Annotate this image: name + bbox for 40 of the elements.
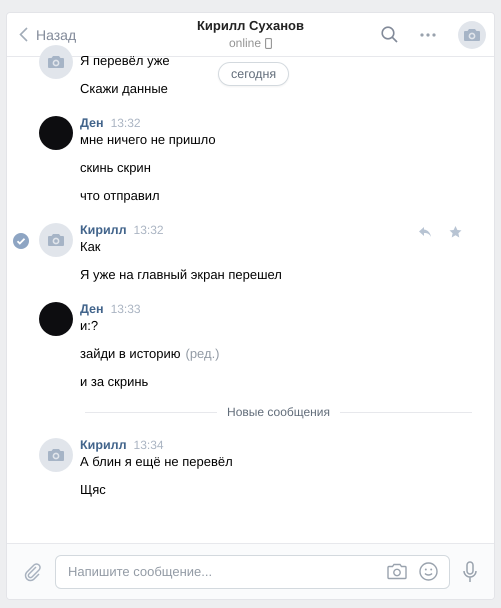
chat-title[interactable]: Кирилл Суханов	[196, 18, 304, 33]
back-button[interactable]: Назад	[19, 26, 76, 42]
reply-icon[interactable]	[418, 226, 432, 238]
message-input[interactable]: Напишите сообщение...	[55, 554, 450, 588]
message-text: мне ничего не пришло	[80, 132, 216, 148]
author-name[interactable]: Кирилл	[80, 438, 127, 452]
message-text: что отправил	[80, 188, 160, 204]
message-text: и:?	[80, 318, 98, 334]
message-text: Скажи данные	[80, 81, 168, 97]
message-text: Как	[80, 239, 100, 255]
star-icon[interactable]	[449, 226, 462, 238]
author-name[interactable]: Ден	[80, 116, 104, 130]
message-text: и за скринь	[80, 374, 148, 390]
camera-icon	[47, 233, 65, 247]
message-text: А блин я ещё не перевёл	[80, 454, 233, 470]
online-status: online	[228, 36, 262, 50]
more-icon[interactable]	[420, 32, 436, 36]
camera-icon[interactable]	[387, 563, 407, 580]
selected-check-icon[interactable]	[13, 233, 29, 249]
camera-icon	[463, 28, 481, 42]
camera-icon	[47, 55, 65, 69]
phone-icon	[265, 38, 272, 48]
back-chevron-icon	[19, 27, 28, 42]
smiley-icon[interactable]	[419, 562, 438, 581]
avatar[interactable]	[39, 116, 73, 150]
search-icon[interactable]	[381, 26, 398, 43]
new-messages-divider-label: Новые сообщения	[227, 405, 330, 419]
date-label: сегодня	[218, 62, 290, 86]
message-text: Щяс	[80, 482, 106, 498]
message-text: Я перевёл уже	[80, 53, 170, 69]
message-text: Я уже на главный экран перешел	[80, 267, 282, 283]
microphone-icon[interactable]	[462, 560, 478, 582]
message-text: зайди в историю	[80, 346, 180, 362]
message-text: скинь скрин	[80, 160, 151, 176]
edited-mark: (ред.)	[185, 346, 220, 362]
paperclip-icon[interactable]	[23, 562, 43, 582]
author-name[interactable]: Ден	[80, 302, 104, 316]
author-name[interactable]: Кирилл	[80, 223, 127, 237]
avatar[interactable]	[39, 302, 73, 336]
camera-icon	[47, 448, 65, 462]
